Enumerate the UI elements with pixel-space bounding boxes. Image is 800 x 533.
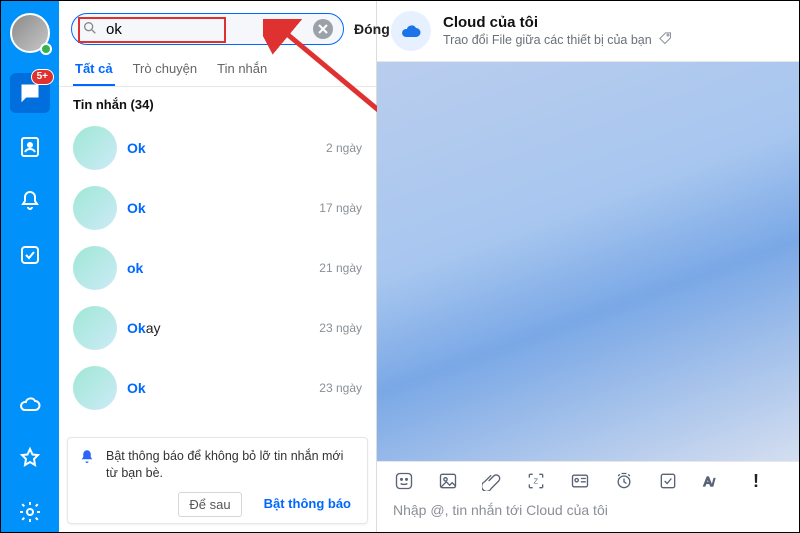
close-icon <box>318 24 328 34</box>
cloud-avatar[interactable] <box>391 11 431 51</box>
contacts-icon <box>18 135 42 159</box>
search-results: Ok 2 ngày Ok 17 ngày ok 21 ngày Okay 23 … <box>59 118 376 429</box>
cloud-filled-icon <box>399 19 423 43</box>
result-thumb <box>73 126 117 170</box>
notification-text: Bật thông báo để không bỏ lỡ tin nhắn mớ… <box>106 448 357 482</box>
result-thumb <box>73 246 117 290</box>
priority-icon[interactable]: ! <box>745 470 767 492</box>
gear-icon <box>18 500 42 524</box>
result-time: 23 ngày <box>319 381 362 395</box>
cloud-icon <box>18 392 42 416</box>
chat-title: Cloud của tôi <box>443 14 673 31</box>
star-icon <box>18 446 42 470</box>
rail-star[interactable] <box>10 438 50 478</box>
app-root: 5+ <box>0 0 800 533</box>
result-item[interactable]: Okay 23 ngày <box>59 298 376 358</box>
card-icon[interactable] <box>569 470 591 492</box>
bell-filled-icon <box>78 448 96 469</box>
tab-all[interactable]: Tất cả <box>73 53 115 86</box>
composer: Z A/ ! <box>377 461 799 532</box>
rail-notifications[interactable] <box>10 181 50 221</box>
result-time: 21 ngày <box>319 261 362 275</box>
chat-subtitle: Trao đổi File giữa các thiết bị của bạn <box>443 33 652 47</box>
reminder-icon[interactable] <box>613 470 635 492</box>
search-box[interactable] <box>71 13 344 45</box>
format-icon[interactable]: A/ <box>701 470 723 492</box>
rail-contacts[interactable] <box>10 127 50 167</box>
tab-messages[interactable]: Tin nhắn <box>215 53 269 86</box>
results-section-header: Tin nhắn (34) <box>59 87 376 118</box>
image-icon[interactable] <box>437 470 459 492</box>
result-text: Ok <box>127 200 309 216</box>
result-text: Ok <box>127 380 309 396</box>
result-item[interactable]: Ok 2 ngày <box>59 118 376 178</box>
result-thumb <box>73 306 117 350</box>
rail-chat[interactable]: 5+ <box>10 73 50 113</box>
sticker-icon[interactable] <box>393 470 415 492</box>
screenshot-icon[interactable]: Z <box>525 470 547 492</box>
composer-input[interactable] <box>393 502 783 518</box>
unread-badge: 5+ <box>31 69 54 85</box>
result-thumb <box>73 366 117 410</box>
rail-cloud[interactable] <box>10 384 50 424</box>
notif-enable-button[interactable]: Bật thông báo <box>258 492 357 517</box>
tag-icon[interactable] <box>658 31 673 49</box>
right-pane: Cloud của tôi Trao đổi File giữa các thi… <box>377 1 799 532</box>
tab-conversations[interactable]: Trò chuyện <box>131 53 200 86</box>
search-input[interactable] <box>106 21 305 38</box>
search-icon <box>82 20 98 39</box>
result-text: Ok <box>127 140 316 156</box>
search-row: Đóng <box>59 1 376 53</box>
result-time: 23 ngày <box>319 321 362 335</box>
result-item[interactable]: Ok 23 ngày <box>59 358 376 418</box>
result-time: 17 ngày <box>319 201 362 215</box>
svg-text:/: / <box>712 478 715 489</box>
result-thumb <box>73 186 117 230</box>
bell-icon <box>18 189 42 213</box>
nav-rail: 5+ <box>1 1 59 532</box>
left-pane: Đóng Tất cả Trò chuyện Tin nhắn Tin nhắn… <box>59 1 377 532</box>
svg-text:Z: Z <box>534 477 539 486</box>
clear-search-button[interactable] <box>313 19 333 39</box>
result-item[interactable]: ok 21 ngày <box>59 238 376 298</box>
composer-toolbar: Z A/ ! <box>377 462 799 496</box>
notif-later-button[interactable]: Để sau <box>178 492 241 517</box>
rail-todo[interactable] <box>10 235 50 275</box>
rail-settings[interactable] <box>10 492 50 532</box>
task-icon[interactable] <box>657 470 679 492</box>
presence-dot <box>40 43 52 55</box>
attachment-icon[interactable] <box>481 470 503 492</box>
search-tabs: Tất cả Trò chuyện Tin nhắn <box>59 53 376 87</box>
result-time: 2 ngày <box>326 141 362 155</box>
user-avatar[interactable] <box>10 13 50 53</box>
result-item[interactable]: Ok 17 ngày <box>59 178 376 238</box>
result-text: Okay <box>127 320 309 336</box>
chat-body[interactable] <box>377 62 799 461</box>
todo-icon <box>18 243 42 267</box>
result-text: ok <box>127 260 309 276</box>
chat-header: Cloud của tôi Trao đổi File giữa các thi… <box>377 1 799 62</box>
notification-card: Bật thông báo để không bỏ lỡ tin nhắn mớ… <box>67 437 368 524</box>
